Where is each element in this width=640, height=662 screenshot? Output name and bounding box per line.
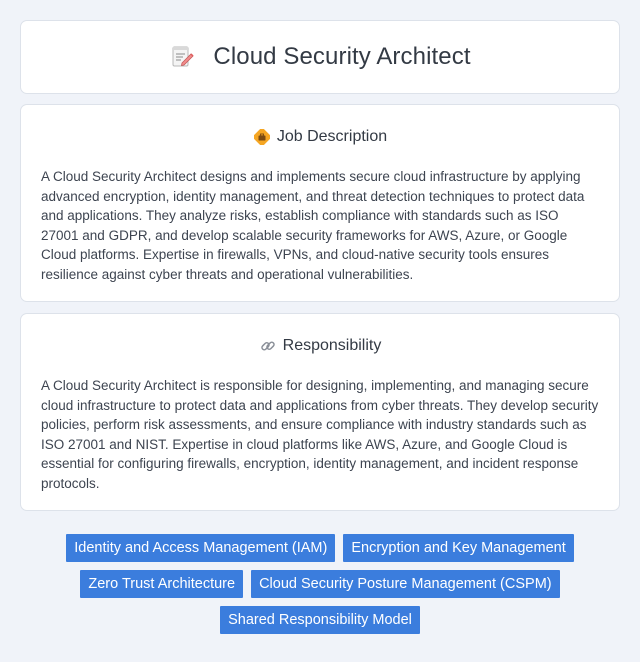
page: Cloud Security Architect Job Description… [0,0,640,662]
tag-zero-trust[interactable]: Zero Trust Architecture [80,570,244,598]
page-title: Cloud Security Architect [213,43,471,70]
tag-encryption[interactable]: Encryption and Key Management [343,534,574,562]
briefcase-icon [253,128,271,146]
tag-cspm[interactable]: Cloud Security Posture Management (CSPM) [251,570,560,598]
responsibility-heading: Responsibility [282,337,382,354]
title-wrap: Cloud Security Architect [169,43,470,71]
job-description-text: A Cloud Security Architect designs and i… [41,169,585,282]
responsibility-text: A Cloud Security Architect is responsibl… [41,378,599,491]
memo-icon [169,44,195,70]
skill-tags: Identity and Access Management (IAM) Enc… [20,534,620,634]
responsibility-card: Responsibility A Cloud Security Architec… [20,313,620,511]
job-description-header: Job Description [41,126,599,148]
tag-shared-responsibility[interactable]: Shared Responsibility Model [220,606,420,634]
link-icon [259,337,277,355]
responsibility-header: Responsibility [41,335,599,357]
title-card: Cloud Security Architect [20,20,620,94]
job-description-heading: Job Description [276,128,388,145]
job-description-card: Job Description A Cloud Security Archite… [20,104,620,302]
tag-iam[interactable]: Identity and Access Management (IAM) [66,534,336,562]
